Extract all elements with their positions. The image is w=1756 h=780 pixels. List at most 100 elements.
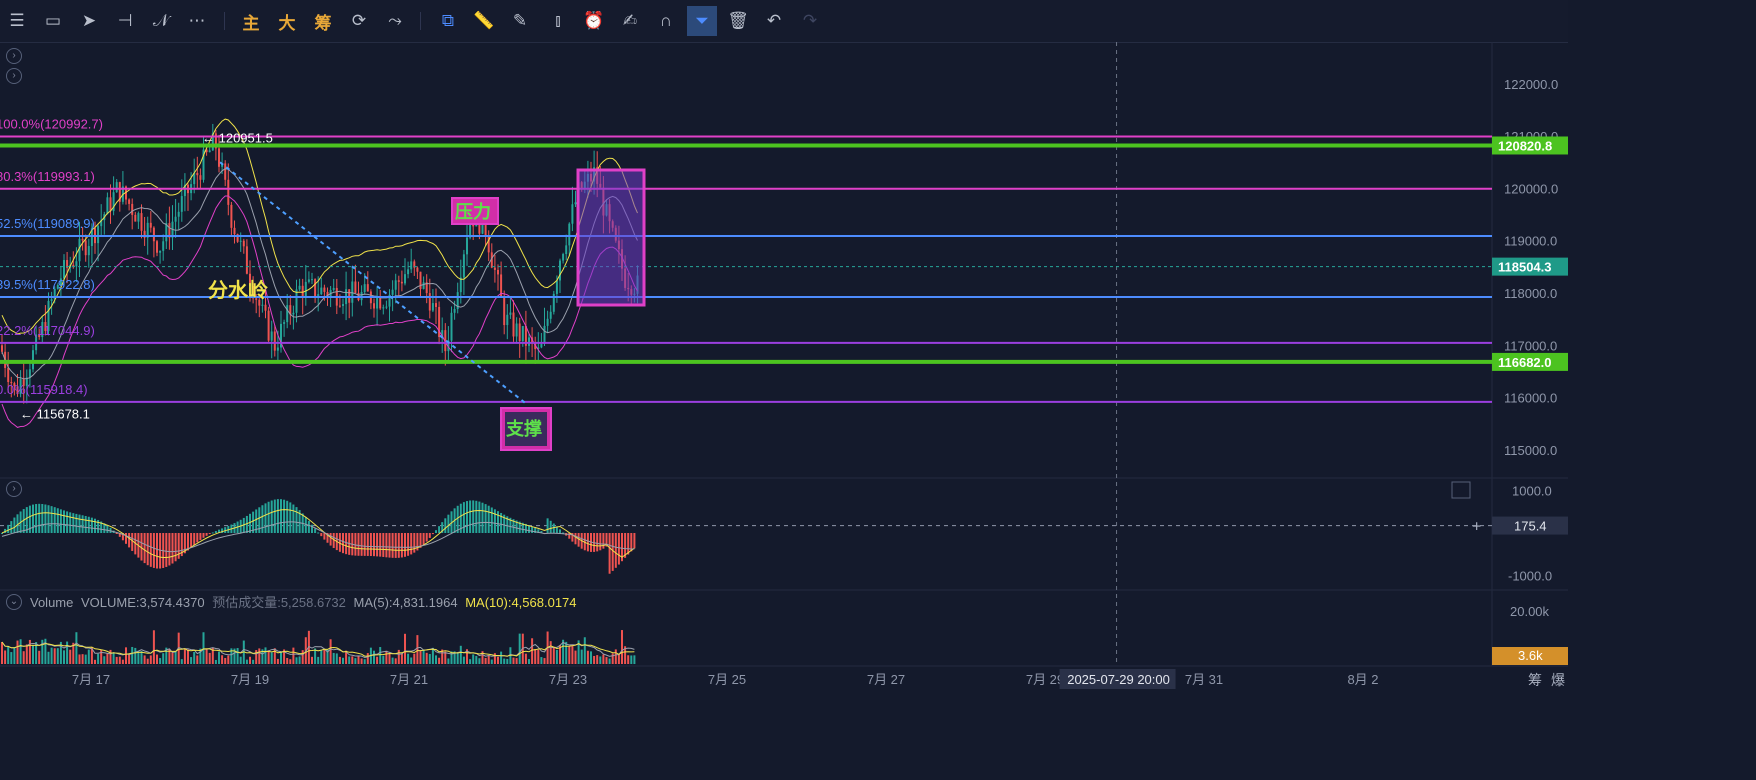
volume-current-label: 3.6k bbox=[1518, 648, 1543, 663]
volume-bar bbox=[202, 632, 205, 664]
chips-corner-button[interactable]: 筹 bbox=[1528, 670, 1542, 690]
high-price-marker: ← 120951.5 bbox=[202, 131, 273, 146]
candle-body bbox=[431, 303, 434, 311]
macd-bar bbox=[438, 526, 441, 533]
candle-body bbox=[156, 241, 158, 253]
volume-bar bbox=[208, 652, 211, 664]
volume-bar bbox=[125, 647, 127, 664]
macd-bar bbox=[404, 533, 406, 557]
macd-bar bbox=[345, 533, 348, 555]
volume-bar bbox=[214, 659, 217, 664]
volume-bar bbox=[515, 658, 518, 664]
macd-bar bbox=[444, 518, 447, 533]
volume-bar bbox=[518, 633, 521, 664]
candle-body bbox=[307, 279, 310, 282]
macd-bar bbox=[249, 513, 251, 533]
candle-body bbox=[128, 199, 131, 204]
candle-body bbox=[546, 318, 549, 326]
volume-bar bbox=[478, 658, 481, 664]
candle-body bbox=[84, 240, 87, 256]
collapse-volume-icon[interactable]: ⌄ bbox=[6, 594, 22, 610]
volume-bar bbox=[224, 658, 227, 664]
candle-body bbox=[528, 337, 530, 346]
collapse-pane-icon[interactable]: › bbox=[6, 68, 22, 84]
volume-bar bbox=[13, 647, 16, 664]
candle-body bbox=[366, 284, 369, 292]
macd-bar bbox=[78, 514, 81, 533]
collapse-pane-icon[interactable]: › bbox=[6, 48, 22, 64]
candle-body bbox=[493, 267, 496, 270]
macd-bar bbox=[7, 524, 10, 533]
liquidation-corner-button[interactable]: 爆 bbox=[1551, 670, 1565, 690]
macd-bar bbox=[388, 533, 391, 558]
macd-bar bbox=[69, 512, 72, 533]
volume-bar bbox=[599, 656, 602, 664]
candle-body bbox=[50, 299, 53, 301]
volume-bar bbox=[25, 644, 28, 664]
volume-bar bbox=[385, 650, 388, 664]
support-label: 支撑 bbox=[505, 418, 542, 439]
macd-bar bbox=[267, 501, 270, 533]
volume-legend-name: Volume bbox=[30, 595, 74, 610]
volume-bar bbox=[16, 640, 19, 664]
collapse-macd-icon[interactable]: › bbox=[6, 481, 22, 497]
volume-bar bbox=[149, 655, 152, 664]
volume-bar bbox=[512, 657, 515, 664]
candle-body bbox=[363, 284, 366, 293]
volume-bar bbox=[493, 653, 496, 664]
volume-bar bbox=[431, 647, 434, 664]
volume-bar bbox=[360, 658, 363, 664]
time-tick-label: 7月 31 bbox=[1185, 672, 1223, 687]
macd-bar bbox=[292, 504, 295, 533]
candle-body bbox=[543, 325, 546, 344]
candle-body bbox=[261, 304, 264, 306]
fib-level-label: 100.0%(120992.7) bbox=[0, 117, 103, 132]
candle-body bbox=[131, 203, 134, 215]
macd-bar bbox=[342, 533, 344, 554]
volume-bar bbox=[524, 653, 527, 664]
volume-bar bbox=[475, 655, 478, 664]
candle-body bbox=[354, 281, 357, 293]
volume-bar bbox=[469, 659, 472, 664]
macd-tick-label: 1000.0 bbox=[1512, 484, 1552, 499]
macd-bar bbox=[72, 513, 75, 533]
price-tag-label: 116682.0 bbox=[1498, 355, 1552, 370]
macd-pane bbox=[0, 499, 1492, 574]
volume-bar bbox=[438, 657, 441, 664]
macd-bar bbox=[466, 501, 468, 533]
volume-bar bbox=[311, 656, 313, 664]
macd-bar bbox=[171, 533, 174, 564]
volume-bar bbox=[84, 654, 87, 664]
candle-body bbox=[208, 150, 211, 153]
volume-bar bbox=[586, 650, 589, 664]
volume-bar bbox=[286, 657, 289, 664]
time-tick-label: 7月 29 bbox=[1026, 672, 1064, 687]
candle-body bbox=[410, 261, 413, 270]
volume-bar bbox=[205, 649, 208, 664]
volume-bar bbox=[239, 656, 242, 664]
volume-bar bbox=[400, 653, 403, 664]
candle-body bbox=[512, 312, 515, 337]
volume-ma10-line bbox=[1, 641, 635, 657]
volume-bar bbox=[534, 649, 537, 664]
macd-bar bbox=[32, 504, 34, 533]
volume-bar bbox=[487, 654, 490, 664]
macd-bar bbox=[280, 499, 282, 533]
volume-bar bbox=[531, 638, 534, 664]
macd-bar bbox=[354, 533, 357, 556]
volume-bar bbox=[342, 657, 344, 664]
volume-bar bbox=[190, 657, 193, 664]
volume-bar bbox=[574, 650, 577, 664]
volume-bar bbox=[109, 649, 112, 664]
macd-bar bbox=[81, 515, 84, 533]
candle-body bbox=[422, 282, 425, 289]
volume-bar bbox=[540, 657, 543, 664]
volume-bar bbox=[413, 653, 416, 664]
volume-bar bbox=[63, 650, 65, 664]
macd-bar bbox=[329, 533, 332, 546]
candle-body bbox=[373, 303, 375, 309]
volume-bar bbox=[425, 652, 428, 664]
price-tick-label: 120000.0 bbox=[1504, 181, 1558, 196]
macd-bar bbox=[286, 500, 289, 533]
macd-bar bbox=[187, 533, 189, 551]
